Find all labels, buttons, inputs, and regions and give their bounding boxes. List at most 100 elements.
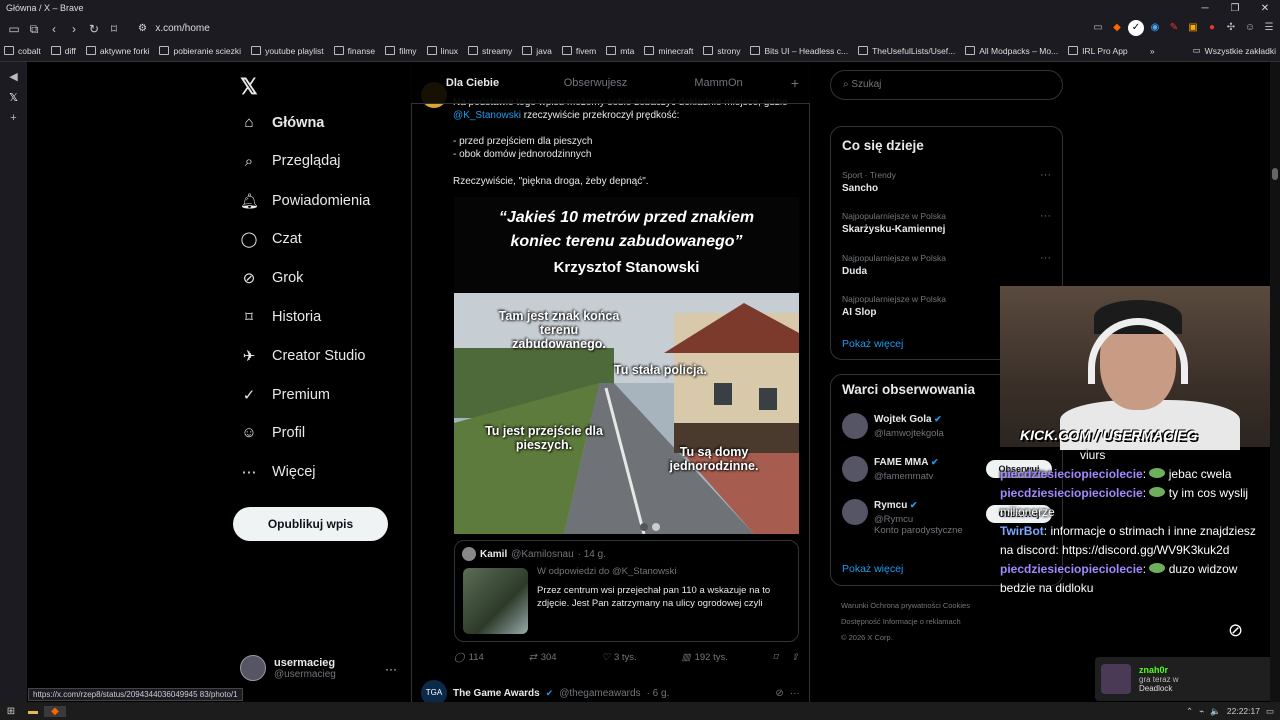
reply-button[interactable]: ◯ 114: [454, 652, 484, 663]
scrollbar[interactable]: [1270, 62, 1280, 702]
nav-item-chat[interactable]: ◯ Czat: [240, 230, 302, 248]
nav-item-explore[interactable]: ⌕ Przeglądaj: [240, 153, 341, 170]
bookmark-item[interactable]: filmy: [385, 46, 417, 56]
bookmark-item[interactable]: All Modpacks – Mo...: [965, 46, 1058, 56]
like-button[interactable]: ♡ 3 tys.: [601, 652, 636, 663]
bookmark-item[interactable]: minecraft: [644, 46, 693, 56]
brave-shield-icon[interactable]: ◆: [1109, 20, 1125, 36]
follow-show-more[interactable]: Pokaż więcej: [842, 563, 903, 575]
address-bar[interactable]: ⚙ x.com/home: [130, 20, 1085, 38]
bookmark-item[interactable]: Bits UI – Headless c...: [750, 46, 848, 56]
add-tab-icon[interactable]: +: [780, 75, 810, 91]
check-extension-icon[interactable]: ✓: [1128, 20, 1144, 36]
bookmark-item[interactable]: youtube playlist: [251, 46, 324, 56]
scrollbar-thumb[interactable]: [1272, 168, 1278, 180]
maximize-icon[interactable]: ❐: [1220, 0, 1250, 18]
more-icon[interactable]: ···: [385, 662, 397, 676]
all-bookmarks-button[interactable]: Wszystkie zakładki: [1205, 46, 1276, 56]
bookmark-item[interactable]: aktywne forki: [85, 46, 149, 56]
bookmark-item[interactable]: finanse: [333, 46, 375, 56]
file-explorer-icon[interactable]: ▬: [22, 706, 44, 717]
trend-more-icon[interactable]: ···: [1040, 210, 1051, 222]
trend-name[interactable]: Sancho: [842, 183, 878, 194]
bookmark-item[interactable]: pobieranie sciezki: [159, 46, 241, 56]
tab-following[interactable]: Obserwujesz: [534, 77, 657, 89]
x-logo[interactable]: 𝕏: [240, 74, 258, 100]
footer-links[interactable]: Warunki Ochrona prywatności Cookies: [841, 598, 1041, 614]
search-input[interactable]: ⌕ Szukaj: [830, 70, 1063, 100]
volume-icon[interactable]: 🔈: [1210, 706, 1221, 717]
notifications-icon[interactable]: ▭: [1266, 706, 1274, 717]
bookmark-item[interactable]: strony: [703, 46, 740, 56]
tab-list[interactable]: MammOn: [657, 77, 780, 89]
red-extension-icon[interactable]: ●: [1204, 20, 1220, 36]
bookmark-item[interactable]: TheUsefulLists/Usef...: [858, 46, 955, 56]
nav-item-more[interactable]: ⋯ Więcej: [240, 463, 316, 481]
avatar[interactable]: [842, 456, 868, 482]
forward-icon[interactable]: ›: [64, 20, 84, 38]
back-icon[interactable]: ‹: [44, 20, 64, 38]
footer-links2[interactable]: Dostępność Informacje o reklamach: [841, 614, 1041, 630]
bookmarks-overflow-button[interactable]: »: [1150, 46, 1155, 56]
cast-icon[interactable]: ▭: [1090, 20, 1106, 36]
tabs-icon[interactable]: ⧉: [24, 20, 44, 38]
reload-icon[interactable]: ↻: [84, 20, 104, 38]
speaker-icon[interactable]: ◀: [0, 70, 27, 83]
nav-item-creator-studio[interactable]: ✈ Creator Studio: [240, 347, 366, 365]
bookmark-item[interactable]: fivem: [561, 46, 596, 56]
street-photo[interactable]: Tam jest znak końca terenu zabudowanego.…: [454, 293, 799, 534]
nav-item-home[interactable]: ⌂ Główna: [240, 114, 324, 131]
profile-icon[interactable]: ☺: [1242, 20, 1258, 36]
repost-button[interactable]: ⇄ 304: [529, 652, 557, 663]
brave-taskbar-icon[interactable]: ◆: [44, 705, 66, 717]
trend-name[interactable]: Skarżysku-Kamiennej: [842, 224, 945, 235]
tab-for-you[interactable]: Dla Ciebie: [411, 77, 534, 89]
menu-icon[interactable]: ☰: [1261, 20, 1277, 36]
avatar[interactable]: [842, 499, 868, 525]
sidebar-toggle-icon[interactable]: ▭: [4, 20, 24, 38]
close-icon[interactable]: ✕: [1250, 0, 1280, 18]
mention-link[interactable]: @K_Stanowski: [453, 110, 521, 121]
avatar[interactable]: [842, 413, 868, 439]
discord-activity-toast[interactable]: znah0r gra teraz w Deadlock: [1095, 657, 1280, 701]
tray-chevron-icon[interactable]: ⌃: [1186, 706, 1193, 717]
x-sidebar-icon[interactable]: 𝕏: [0, 91, 27, 104]
grok-icon[interactable]: ⊘: [775, 688, 783, 699]
bookmark-item[interactable]: java: [522, 46, 552, 56]
trend-more-icon[interactable]: ···: [1040, 252, 1051, 264]
bookmark-item[interactable]: linux: [426, 46, 458, 56]
account-switcher[interactable]: usermacieg @usermacieg: [240, 655, 336, 681]
site-info-icon[interactable]: ⚙: [138, 23, 150, 34]
share-icon[interactable]: ⇪: [791, 652, 799, 663]
post-more-icon[interactable]: ···: [790, 688, 800, 699]
trend-more-icon[interactable]: ···: [1040, 169, 1051, 181]
nav-item-grok[interactable]: ⊘ Grok: [240, 269, 304, 287]
trending-show-more[interactable]: Pokaż więcej: [842, 338, 903, 350]
wallet-icon[interactable]: ▣: [1185, 20, 1201, 36]
pen-extension-icon[interactable]: ✎: [1166, 20, 1182, 36]
follow-name[interactable]: Wojtek Gola ✔: [874, 414, 942, 425]
bookmark-icon[interactable]: ⌑: [104, 20, 124, 38]
trend-name[interactable]: Duda: [842, 266, 867, 277]
minimize-icon[interactable]: ─: [1190, 0, 1220, 18]
nav-item-premium[interactable]: ✓ Premium: [240, 386, 330, 404]
post-button[interactable]: Opublikuj wpis: [233, 507, 388, 541]
bookmark-item[interactable]: streamy: [468, 46, 512, 56]
nav-item-profile[interactable]: ☺ Profil: [240, 424, 305, 441]
nav-item-bookmarks[interactable]: ⌑ Historia: [240, 308, 321, 326]
network-icon[interactable]: ⌁: [1199, 706, 1204, 717]
bookmark-item[interactable]: diff: [50, 46, 76, 56]
bookmark-item[interactable]: mta: [606, 46, 634, 56]
follow-name[interactable]: FAME MMA ✔: [874, 457, 939, 468]
trend-name[interactable]: AI Slop: [842, 307, 876, 318]
views-button[interactable]: ▥ 192 tys.: [682, 652, 728, 663]
nav-item-notifications[interactable]: 🔔︎ Powiadomienia: [240, 192, 370, 210]
bookmark-item[interactable]: IRL Pro App: [1068, 46, 1128, 56]
extensions-icon[interactable]: ✣: [1223, 20, 1239, 36]
windows-start-icon[interactable]: ⊞: [0, 706, 22, 717]
follow-name[interactable]: Rymcu ✔: [874, 500, 917, 511]
carousel-dot[interactable]: [640, 523, 648, 531]
bookmark-post-button[interactable]: ⌑ ⇪: [773, 652, 799, 663]
add-icon[interactable]: +: [0, 112, 27, 124]
audio-extension-icon[interactable]: ◉: [1147, 20, 1163, 36]
